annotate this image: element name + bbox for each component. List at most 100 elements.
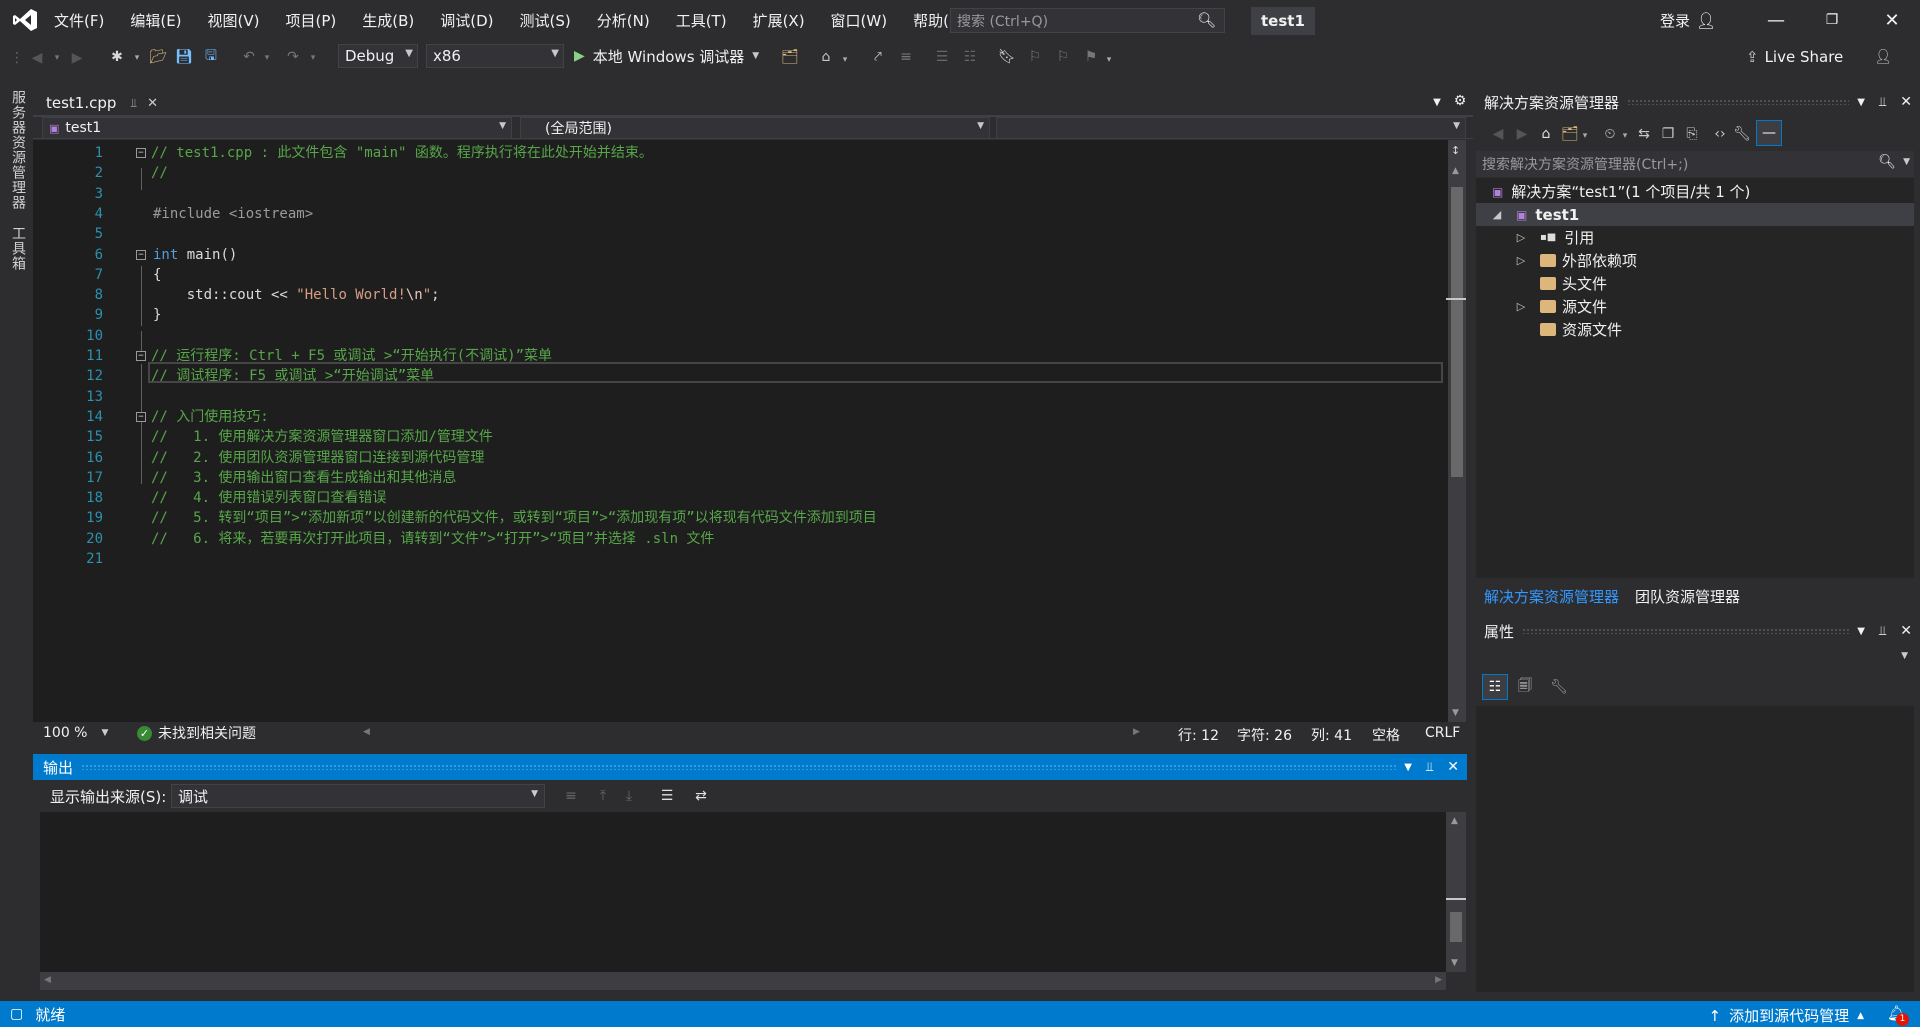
collapse-outline-icon[interactable]: − <box>136 411 146 422</box>
code-line[interactable]: // 3. 使用输出窗口查看生成输出和其他消息 <box>151 468 456 488</box>
close-icon[interactable]: ✕ <box>1447 759 1459 775</box>
sync-icon[interactable]: ⇆ <box>1634 124 1654 144</box>
previous-message-icon[interactable]: ⤒ <box>593 786 613 806</box>
save-icon[interactable]: 💾︎ <box>174 46 194 68</box>
pending-changes-icon[interactable]: ⏲ <box>1600 124 1620 144</box>
code-line[interactable]: } <box>153 305 161 325</box>
word-wrap-icon[interactable]: ⇄ <box>691 786 711 806</box>
uncomment-icon[interactable]: ☷ <box>960 46 980 68</box>
window-position-dropdown-icon[interactable]: ▼ <box>1857 626 1865 637</box>
close-window-button[interactable]: ✕ <box>1864 0 1920 40</box>
tree-node-project[interactable]: ◢ ▣ test1 <box>1476 203 1914 226</box>
next-bookmark-icon[interactable]: ⚐ <box>1054 46 1072 68</box>
scroll-up-icon[interactable]: ▲ <box>1452 166 1459 176</box>
next-message-icon[interactable]: ⤓ <box>619 786 639 806</box>
issues-indicator[interactable]: ✓ 未找到相关问题 <box>137 723 256 743</box>
menu-item[interactable]: 调试(D) <box>440 10 505 31</box>
step-over-icon[interactable]: ≡ <box>896 46 916 68</box>
collapse-outline-icon[interactable]: − <box>136 351 146 361</box>
tab-team-explorer[interactable]: 团队资源管理器 <box>1627 586 1748 607</box>
code-line[interactable]: { <box>153 265 161 285</box>
settings-gear-icon[interactable]: ⚙ <box>1452 92 1468 110</box>
home-icon[interactable]: ⌂ <box>1536 124 1556 144</box>
menu-item[interactable]: 窗口(W) <box>831 10 900 31</box>
code-line[interactable]: // 4. 使用错误列表窗口查看错误 <box>151 488 386 508</box>
scroll-left-icon[interactable]: ◀ <box>44 975 51 985</box>
zoom-dropdown[interactable]: 100 % ▼ <box>33 722 113 744</box>
add-to-source-control-button[interactable]: ↑ 添加到源代码管理 ▲ <box>1708 1005 1864 1026</box>
code-line[interactable]: #include <iostream> <box>153 204 313 224</box>
collapse-outline-icon[interactable]: − <box>136 249 146 260</box>
minimize-button[interactable]: — <box>1748 0 1804 40</box>
notifications-button[interactable]: 🔔︎ 1 <box>1887 1004 1909 1026</box>
code-line[interactable]: int main() <box>153 245 237 265</box>
browser-icon[interactable]: ⌂ <box>816 46 836 68</box>
step-into-icon[interactable]: ⤤ <box>868 46 888 68</box>
pending-changes-dropdown-icon[interactable]: ▾ <box>1620 126 1630 146</box>
new-dropdown-icon[interactable]: ▾ <box>132 47 142 69</box>
open-folder-icon[interactable]: 📂︎ <box>148 46 168 68</box>
property-pages-icon[interactable]: 🗐︎ <box>1514 676 1536 698</box>
output-horizontal-scrollbar[interactable]: ◀ ▶ <box>40 972 1446 990</box>
login-button[interactable]: 登录 👤︎ <box>1660 10 1716 31</box>
menu-item[interactable]: 分析(N) <box>597 10 662 31</box>
code-editor[interactable]: 1−// test1.cpp : 此文件包含 "main" 函数。程序执行将在此… <box>33 140 1453 722</box>
preview-selected-icon[interactable]: — <box>1756 120 1782 146</box>
drag-grip[interactable] <box>81 764 1397 770</box>
solution-search-box[interactable]: 搜索解决方案资源管理器(Ctrl+;) 🔍︎ ▼ <box>1476 151 1914 177</box>
code-line[interactable]: // 2. 使用团队资源管理器窗口连接到源代码管理 <box>151 448 484 468</box>
menu-item[interactable]: 编辑(E) <box>130 10 193 31</box>
pin-icon[interactable]: ⫫ <box>1879 624 1886 639</box>
tab-list-dropdown-icon[interactable]: ▼ <box>1430 94 1444 110</box>
collapse-outline-icon[interactable]: − <box>136 148 146 158</box>
configuration-dropdown[interactable]: Debug ▼ <box>338 44 418 68</box>
menu-item[interactable]: 扩展(X) <box>753 10 817 31</box>
member-nav-dropdown[interactable]: ▼ <box>996 117 1466 139</box>
browser-dropdown-icon[interactable]: ▾ <box>840 50 850 70</box>
live-share-button[interactable]: ⇪ Live Share <box>1746 48 1843 66</box>
window-position-dropdown-icon[interactable]: ▼ <box>1404 762 1412 773</box>
tab-test1-cpp[interactable]: test1.cpp ⫫ ✕ <box>40 90 175 116</box>
tree-node-solution[interactable]: ▣ 解决方案“test1”(1 个项目/共 1 个) <box>1492 180 1750 203</box>
search-icon[interactable]: 🔍︎ <box>1197 11 1216 29</box>
char-indicator[interactable]: 字符: 26 <box>1237 725 1292 745</box>
menu-item[interactable]: 测试(S) <box>520 10 583 31</box>
back-dropdown-icon[interactable]: ▾ <box>52 47 62 69</box>
tree-node-references[interactable]: ▷ ▪■ 引用 <box>1514 226 1594 249</box>
tree-node-external-deps[interactable]: ▷ 外部依赖项 <box>1514 249 1637 272</box>
switch-views-icon[interactable]: 🗂︎ <box>1560 124 1580 144</box>
project-nav-dropdown[interactable]: ▣ test1 ▼ <box>42 117 512 139</box>
collapse-all-icon[interactable]: ❐ <box>1658 124 1678 144</box>
new-project-icon[interactable]: ✱ <box>106 46 128 68</box>
save-all-icon[interactable]: 🖫︎ <box>200 46 222 68</box>
comment-icon[interactable]: ☰ <box>932 46 952 68</box>
scroll-up-icon[interactable]: ▲ <box>1451 816 1458 826</box>
output-vertical-scrollbar[interactable]: ▲ ▼ <box>1446 812 1466 972</box>
properties-object-dropdown[interactable]: ▼ <box>1476 646 1914 668</box>
whitespace-indicator[interactable]: 空格 <box>1372 725 1400 745</box>
redo-dropdown-icon[interactable]: ▾ <box>308 47 318 69</box>
expanded-arrow-icon[interactable]: ◢ <box>1490 208 1504 221</box>
collapsed-arrow-icon[interactable]: ▷ <box>1514 231 1528 244</box>
view-code-icon[interactable]: ‹› <box>1710 124 1730 144</box>
menu-item[interactable]: 视图(V) <box>208 10 272 31</box>
find-in-files-icon[interactable]: 🗂︎ <box>780 46 800 68</box>
redo-icon[interactable]: ↷ <box>282 46 304 68</box>
hscroll-right-icon[interactable]: ▶ <box>1133 727 1140 737</box>
code-line[interactable]: // 5. 转到“项目”>“添加新项”以创建新的代码文件，或转到“项目”>“添加… <box>151 508 877 528</box>
toolbox-tab[interactable]: 工具箱 <box>8 226 28 271</box>
clear-bookmarks-icon[interactable]: ⚑ <box>1082 46 1100 68</box>
server-explorer-tab[interactable]: 服务器资源管理器 <box>8 90 28 210</box>
start-debugging-button[interactable]: ▶ 本地 Windows 调试器 ▼ <box>574 44 759 68</box>
code-line[interactable]: // 入门使用技巧: <box>151 407 269 427</box>
switch-views-dropdown-icon[interactable]: ▾ <box>1580 126 1590 146</box>
forward-icon[interactable]: ▶ <box>1512 124 1532 144</box>
back-icon[interactable]: ◀ <box>1488 124 1508 144</box>
menu-item[interactable]: 生成(B) <box>362 10 426 31</box>
search-box[interactable]: 搜索 (Ctrl+Q) 🔍︎ <box>950 8 1225 33</box>
code-line[interactable]: // <box>151 163 168 183</box>
close-icon[interactable]: ✕ <box>147 96 158 111</box>
code-line[interactable]: // 1. 使用解决方案资源管理器窗口添加/管理文件 <box>151 427 493 447</box>
close-icon[interactable]: ✕ <box>1900 94 1912 110</box>
scope-nav-dropdown[interactable]: (全局范围) ▼ <box>520 117 990 139</box>
